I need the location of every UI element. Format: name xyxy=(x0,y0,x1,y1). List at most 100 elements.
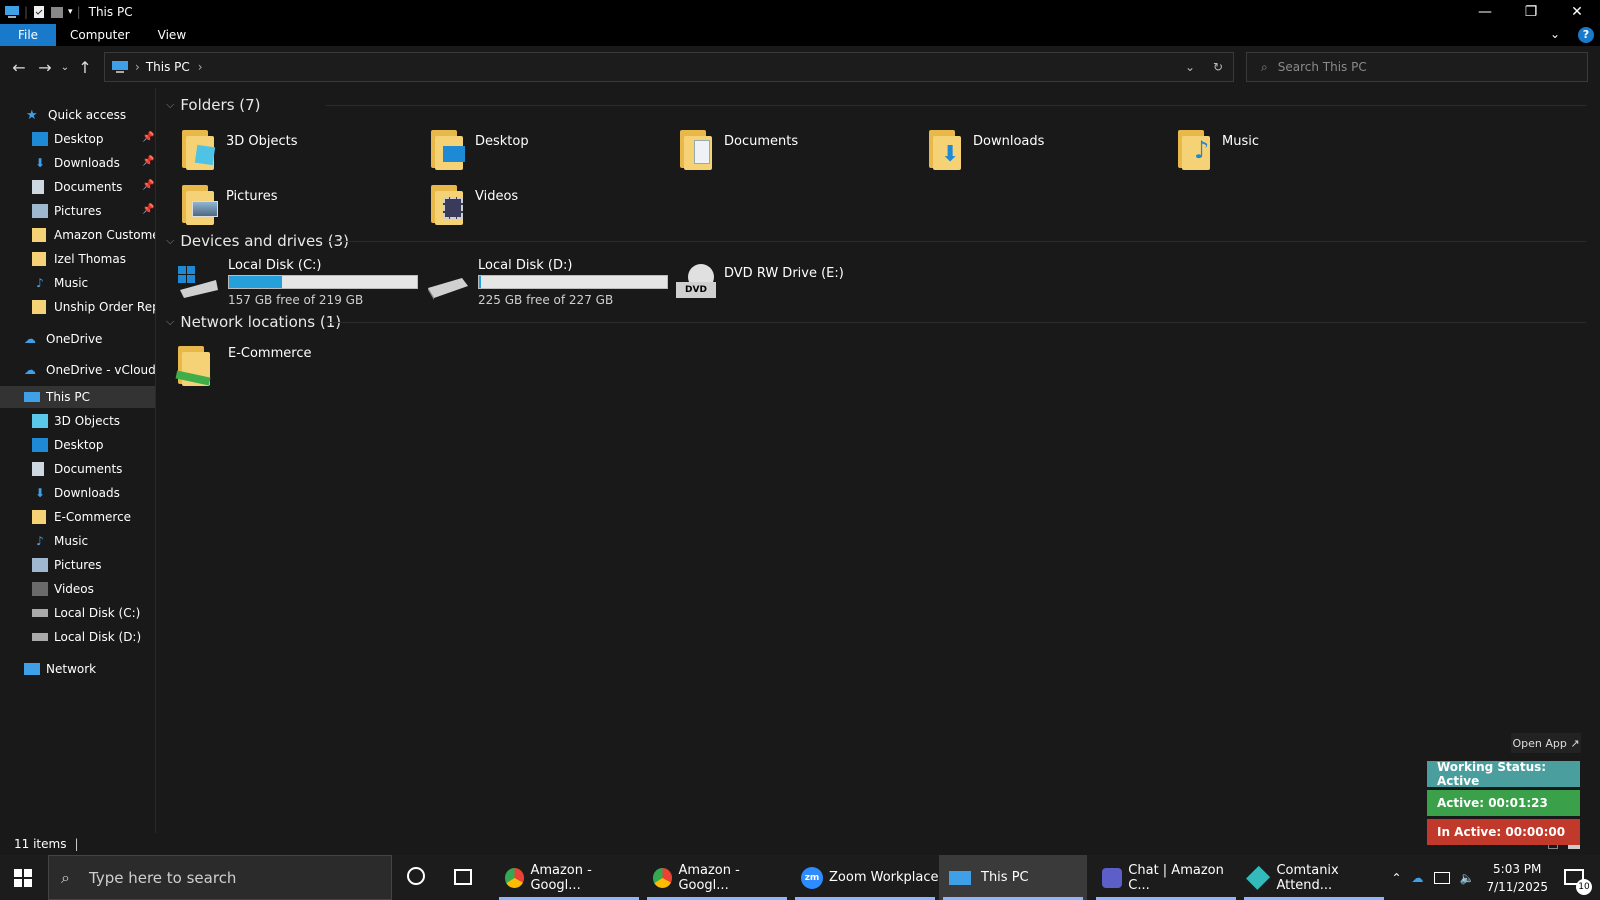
taskbar-search-input[interactable]: ⌕ Type here to search xyxy=(48,855,392,900)
sidebar-item-desktop[interactable]: Desktop xyxy=(32,128,104,150)
sidebar-item-desktop-pc[interactable]: Desktop xyxy=(32,434,104,456)
zoom-icon: zm xyxy=(801,866,823,889)
collapse-chevron-icon: ⌵ xyxy=(166,315,175,328)
restore-button[interactable]: ❐ xyxy=(1508,0,1554,24)
dvd-drive-label: DVD xyxy=(676,282,716,298)
group-header-network[interactable]: ⌵ Network locations (1) xyxy=(166,313,341,331)
folder-tile-videos[interactable]: Videos xyxy=(429,181,518,225)
chrome-icon xyxy=(653,867,673,888)
expand-ribbon-chevron-icon[interactable]: ⌄ xyxy=(1550,27,1560,41)
close-button[interactable]: ✕ xyxy=(1554,0,1600,24)
taskbar-app-chrome-1[interactable]: Amazon - Googl... xyxy=(495,855,643,900)
network-tile-e-commerce[interactable]: E-Commerce xyxy=(175,342,311,386)
windows-start-icon[interactable] xyxy=(14,869,32,887)
sidebar-item-this-pc[interactable]: This PC xyxy=(0,386,155,408)
sidebar-item-documents[interactable]: Documents xyxy=(32,176,122,198)
sidebar-item-pictures[interactable]: Pictures xyxy=(32,200,102,222)
recent-locations-chevron-icon[interactable]: ⌄ xyxy=(58,62,72,73)
cortana-icon[interactable] xyxy=(407,867,425,885)
group-divider xyxy=(326,105,1586,106)
address-dropdown-chevron-icon[interactable]: ⌄ xyxy=(1185,60,1195,74)
minimize-button[interactable]: — xyxy=(1462,0,1508,24)
folder-tile-documents[interactable]: Documents xyxy=(678,126,798,170)
clock[interactable]: 5:03 PM 7/11/2025 xyxy=(1486,860,1548,896)
sidebar-item-quick-access[interactable]: ★ Quick access xyxy=(26,104,126,126)
taskbar-app-teams[interactable]: Chat | Amazon C... xyxy=(1092,855,1240,900)
sidebar-item-e-commerce[interactable]: E-Commerce xyxy=(32,506,131,528)
folder-tile-desktop[interactable]: Desktop xyxy=(429,126,529,170)
folder-tile-pictures[interactable]: Pictures xyxy=(180,181,277,225)
folder-desktop-icon xyxy=(429,126,465,170)
search-input[interactable]: ⌕ Search This PC xyxy=(1246,52,1588,82)
sidebar-item-label: Desktop xyxy=(54,438,104,452)
working-status-badge: Working Status: Active xyxy=(1427,760,1580,788)
sidebar-item-local-disk-c[interactable]: Local Disk (C:) xyxy=(32,602,140,624)
breadcrumb-this-pc[interactable]: This PC xyxy=(146,60,190,74)
properties-icon[interactable] xyxy=(32,5,46,19)
folder-icon xyxy=(32,228,46,242)
address-box[interactable]: › This PC › ⌄ ↻ xyxy=(104,52,1234,82)
sidebar-item-downloads-pc[interactable]: ⬇ Downloads xyxy=(32,482,120,504)
folder-label: Videos xyxy=(475,189,519,204)
sidebar-item-documents-pc[interactable]: Documents xyxy=(32,458,122,480)
sidebar-item-label: Quick access xyxy=(48,108,127,122)
forward-arrow-icon[interactable]: → xyxy=(32,58,58,77)
onedrive-cloud-icon[interactable]: ☁ xyxy=(1412,871,1424,885)
drive-tile-dvd[interactable]: DVD DVD RW Drive (E:) xyxy=(674,264,844,304)
taskbar-app-comtanix[interactable]: Comtanix Attend... xyxy=(1240,855,1388,900)
sidebar-item-music-pc[interactable]: ♪ Music xyxy=(32,530,88,552)
tab-computer[interactable]: Computer xyxy=(56,24,144,46)
taskbar-app-zoom[interactable]: zm Zoom Workplace xyxy=(791,855,939,900)
film-icon xyxy=(32,582,48,596)
refresh-icon[interactable]: ↻ xyxy=(1213,60,1223,74)
tab-file[interactable]: File xyxy=(0,24,56,46)
pin-icon: 📌 xyxy=(142,156,155,167)
show-hidden-icons-chevron-icon[interactable]: ⌃ xyxy=(1391,871,1401,885)
sidebar-item-label: Unship Order Repor xyxy=(54,300,155,314)
sidebar-item-onedrive[interactable]: ☁ OneDrive xyxy=(24,328,102,350)
sidebar-item-music[interactable]: ♪ Music xyxy=(32,272,88,294)
network-icon[interactable] xyxy=(1433,871,1450,884)
folder-tile-downloads[interactable]: ⬇ Downloads xyxy=(927,126,1044,170)
sidebar-item-amazon-customer[interactable]: Amazon Customer xyxy=(32,224,155,246)
sidebar-item-izel-thomas[interactable]: Izel Thomas xyxy=(32,248,126,270)
downloads-arrow-icon: ⬇ xyxy=(34,486,46,500)
notifications-icon[interactable]: 10 xyxy=(1562,863,1592,895)
sidebar-item-downloads[interactable]: ⬇ Downloads xyxy=(32,152,120,174)
drive-usage-bar xyxy=(478,275,668,289)
task-view-icon[interactable] xyxy=(454,869,472,885)
tab-view[interactable]: View xyxy=(144,24,200,46)
sidebar-item-local-disk-d[interactable]: Local Disk (D:) xyxy=(32,626,141,648)
breadcrumb-separator-icon[interactable]: › xyxy=(198,60,203,74)
taskbar-app-chrome-2[interactable]: Amazon - Googl... xyxy=(643,855,791,900)
folder-label: Pictures xyxy=(226,189,278,204)
up-arrow-icon[interactable]: ↑ xyxy=(72,58,98,77)
new-folder-icon[interactable] xyxy=(50,5,64,19)
sidebar-item-unship-order-report[interactable]: Unship Order Repor xyxy=(32,296,155,318)
cube-icon xyxy=(32,414,48,428)
taskbar-app-this-pc[interactable]: This PC xyxy=(939,855,1087,900)
sidebar-item-label: Downloads xyxy=(54,156,120,170)
sidebar-item-label: Local Disk (C:) xyxy=(54,606,141,620)
back-arrow-icon[interactable]: ← xyxy=(6,58,32,77)
group-header-devices[interactable]: ⌵ Devices and drives (3) xyxy=(166,232,349,250)
notification-count-badge: 10 xyxy=(1576,878,1592,895)
sidebar-item-label: Music xyxy=(54,276,89,290)
sidebar-item-onedrive-business[interactable]: ☁ OneDrive - vCloud Cl xyxy=(24,359,155,381)
sidebar-item-3d-objects[interactable]: 3D Objects xyxy=(32,410,120,432)
group-header-folders[interactable]: ⌵ Folders (7) xyxy=(166,96,261,114)
open-app-button[interactable]: Open App ↗ xyxy=(1511,733,1581,753)
drive-tile-c[interactable]: Local Disk (C:) 157 GB free of 219 GB xyxy=(176,258,418,307)
volume-icon[interactable]: 🔈 xyxy=(1460,871,1475,885)
sidebar-item-label: Desktop xyxy=(54,132,104,146)
customize-qat-chevron-icon[interactable]: ▾ xyxy=(68,7,73,17)
sidebar-item-network[interactable]: Network xyxy=(24,658,96,680)
navigation-pane: ★ Quick access Desktop 📌 ⬇ Downloads 📌 D… xyxy=(0,88,156,833)
sidebar-item-pictures-pc[interactable]: Pictures xyxy=(32,554,102,576)
help-icon[interactable]: ? xyxy=(1578,27,1594,43)
sidebar-item-videos[interactable]: Videos xyxy=(32,578,94,600)
taskbar-app-label: Comtanix Attend... xyxy=(1276,862,1339,893)
drive-tile-d[interactable]: Local Disk (D:) 225 GB free of 227 GB xyxy=(426,258,668,307)
folder-tile-3d-objects[interactable]: 3D Objects xyxy=(180,126,298,170)
folder-tile-music[interactable]: ♪ Music xyxy=(1176,126,1259,170)
